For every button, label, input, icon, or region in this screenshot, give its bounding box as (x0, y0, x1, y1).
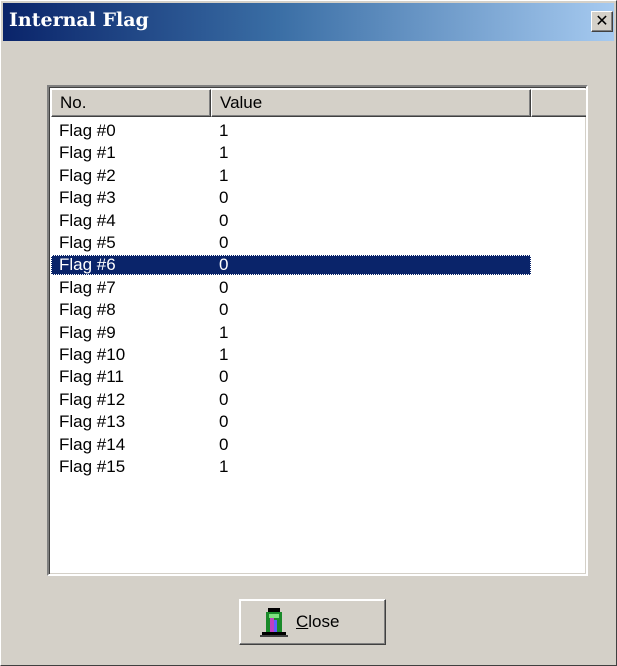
flag-name: Flag #0 (59, 121, 116, 140)
flag-name: Flag #13 (59, 412, 126, 432)
flag-value: 0 (219, 412, 229, 432)
flag-list[interactable]: No. Value Flag #0 1 Flag #1 1 Flag #2 1 Flag #… (47, 85, 588, 576)
list-item[interactable]: Flag #0 1 (51, 121, 531, 141)
list-item[interactable]: Flag #7 0 (51, 278, 531, 298)
flag-value: 1 (219, 121, 229, 140)
flag-value: 1 (219, 322, 229, 342)
flag-value: 0 (219, 277, 229, 297)
flag-name: Flag #5 (59, 233, 116, 252)
close-button-label: Close (296, 612, 340, 631)
flag-value: 1 (219, 165, 229, 185)
list-item[interactable]: Flag #8 0 (51, 300, 531, 320)
list-item[interactable]: Flag #10 1 (51, 345, 531, 365)
list-item[interactable]: Flag #3 0 (51, 188, 531, 208)
flag-value: 0 (219, 367, 229, 387)
internal-flag-dialog: Internal Flag ✕ No. Value Flag #0 1 Flag #… (0, 0, 617, 666)
flag-name: Flag #14 (59, 434, 126, 454)
column-header-value[interactable]: Value (211, 89, 531, 117)
list-item[interactable]: Flag #14 0 (51, 435, 531, 455)
flag-name: Flag #6 (59, 255, 116, 275)
flag-name: Flag #4 (59, 210, 116, 230)
flag-value: 0 (219, 210, 229, 230)
flag-value: 1 (219, 143, 229, 163)
list-item[interactable]: Flag #6 0 (51, 255, 531, 276)
flag-value: 0 (219, 300, 229, 320)
flag-name: Flag #11 (59, 367, 124, 387)
close-button[interactable]: Close (239, 599, 386, 645)
close-icon: ✕ (595, 11, 609, 30)
column-header-empty[interactable] (531, 89, 586, 117)
list-item[interactable]: Flag #9 1 (51, 323, 531, 343)
flag-name: Flag #7 (59, 277, 116, 297)
door-exit-icon (260, 608, 288, 637)
flag-value: 0 (219, 389, 229, 409)
flag-name: Flag #15 (59, 457, 126, 476)
list-header: No. Value (51, 89, 586, 117)
title-close-button[interactable]: ✕ (591, 11, 613, 32)
flag-value: 1 (219, 345, 229, 364)
list-item[interactable]: Flag #4 0 (51, 211, 531, 231)
flag-value: 0 (219, 188, 229, 208)
list-item[interactable]: Flag #13 0 (51, 412, 531, 432)
column-header-no[interactable]: No. (51, 89, 211, 117)
flag-value: 0 (219, 233, 229, 252)
flag-value: 0 (219, 434, 229, 454)
title-bar[interactable]: Internal Flag ✕ (3, 3, 614, 41)
list-item[interactable]: Flag #1 1 (51, 143, 531, 163)
flag-name: Flag #1 (59, 143, 116, 163)
flag-name: Flag #12 (59, 389, 126, 409)
flag-name: Flag #3 (59, 188, 116, 208)
list-item[interactable]: Flag #15 1 (51, 457, 531, 477)
flag-name: Flag #8 (59, 300, 116, 320)
flag-value: 1 (219, 457, 229, 476)
flag-name: Flag #9 (59, 322, 116, 342)
list-item[interactable]: Flag #2 1 (51, 166, 531, 186)
list-item[interactable]: Flag #5 0 (51, 233, 531, 253)
flag-value: 0 (219, 255, 229, 275)
list-item[interactable]: Flag #11 0 (51, 367, 531, 387)
flag-name: Flag #2 (59, 165, 116, 185)
list-item[interactable]: Flag #12 0 (51, 390, 531, 410)
window-title: Internal Flag (9, 9, 149, 31)
flag-name: Flag #10 (59, 345, 126, 364)
